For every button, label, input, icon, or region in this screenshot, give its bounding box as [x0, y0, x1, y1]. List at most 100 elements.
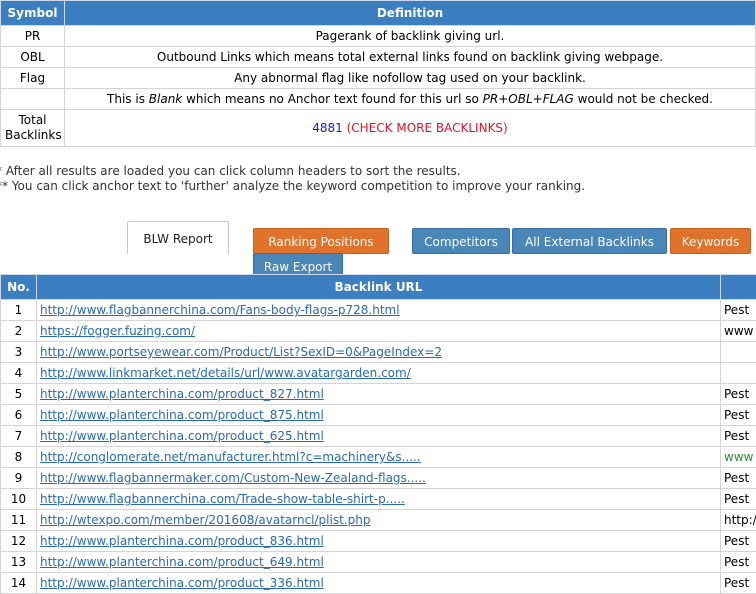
table-row: 5http://www.planterchina.com/product_827… — [1, 384, 756, 405]
total-label-line2: Backlinks — [5, 128, 62, 142]
legend-symbol — [1, 89, 65, 110]
backlink-url-link[interactable]: http://www.planterchina.com/product_649.… — [40, 555, 324, 569]
row-number: 8 — [1, 447, 37, 468]
anchor-text-cell[interactable]: http:/ — [721, 510, 756, 531]
backlink-url-link[interactable]: http://www.planterchina.com/product_625.… — [40, 429, 324, 443]
backlink-url-cell: http://wtexpo.com/member/201608/avatarnc… — [37, 510, 721, 531]
backlink-url-cell: http://www.planterchina.com/product_836.… — [37, 531, 721, 552]
tab-competitors[interactable]: Competitors — [412, 228, 510, 254]
backlink-url-link[interactable]: http://www.planterchina.com/product_875.… — [40, 408, 324, 422]
backlink-url-link[interactable]: http://www.portseyewear.com/Product/List… — [40, 345, 442, 359]
backlink-url-cell: http://www.planterchina.com/product_625.… — [37, 426, 721, 447]
backlink-url-link[interactable]: http://www.flagbannerchina.com/Trade-sho… — [40, 492, 405, 506]
backlink-url-cell: http://www.flagbannerchina.com/Trade-sho… — [37, 489, 721, 510]
backlink-url-cell: https://fogger.fuzing.com/ — [37, 321, 721, 342]
backlink-url-link[interactable]: http://www.planterchina.com/product_836.… — [40, 534, 324, 548]
backlink-url-link[interactable]: http://www.flagbannerchina.com/Fans-body… — [40, 303, 400, 317]
row-number: 11 — [1, 510, 37, 531]
anchor-text-cell[interactable]: www — [721, 447, 756, 468]
total-backlinks-label: TotalBacklinks — [1, 110, 65, 147]
backlink-url-link[interactable]: http://www.linkmarket.net/details/url/ww… — [40, 366, 411, 380]
table-row: 1http://www.flagbannerchina.com/Fans-bod… — [1, 300, 756, 321]
anchor-note: ** You can click anchor text to 'further… — [0, 179, 585, 193]
legend-symbol: PR — [1, 26, 65, 47]
backlink-url-link[interactable]: http://conglomerate.net/manufacturer.htm… — [40, 450, 421, 464]
total-backlinks-count: 4881 — [312, 121, 343, 135]
total-backlinks-value: 4881 (CHECK MORE BACKLINKS) — [65, 110, 756, 147]
no-column-header[interactable]: No. — [1, 275, 37, 300]
tab-blw-report[interactable]: BLW Report — [127, 221, 229, 255]
anchor-text-cell[interactable]: Pest — [721, 384, 756, 405]
legend-row-total: TotalBacklinks 4881 (CHECK MORE BACKLINK… — [1, 110, 756, 147]
table-row: 2https://fogger.fuzing.com/www — [1, 321, 756, 342]
legend-row-obl: OBL Outbound Links which means total ext… — [1, 47, 756, 68]
tab-keywords[interactable]: Keywords — [670, 228, 751, 254]
backlink-url-cell: http://www.planterchina.com/product_649.… — [37, 552, 721, 573]
blank-formula: PR+OBL+FLAG — [483, 92, 574, 106]
table-row: 8http://conglomerate.net/manufacturer.ht… — [1, 447, 756, 468]
anchor-text-cell[interactable]: Pest — [721, 489, 756, 510]
anchor-text-cell[interactable] — [721, 342, 756, 363]
backlink-url-link[interactable]: http://wtexpo.com/member/201608/avatarnc… — [40, 513, 370, 527]
anchor-text-cell[interactable]: Pest — [721, 300, 756, 321]
row-number: 9 — [1, 468, 37, 489]
table-row: 3http://www.portseyewear.com/Product/Lis… — [1, 342, 756, 363]
backlink-url-link[interactable]: http://www.planterchina.com/product_827.… — [40, 387, 324, 401]
backlink-url-cell: http://conglomerate.net/manufacturer.htm… — [37, 447, 721, 468]
backlink-url-cell: http://www.planterchina.com/product_336.… — [37, 573, 721, 594]
backlink-url-cell: http://www.portseyewear.com/Product/List… — [37, 342, 721, 363]
anchor-text-cell[interactable]: Pest — [721, 405, 756, 426]
legend-header-row: Symbol Definition — [1, 1, 756, 26]
definition-header: Definition — [65, 1, 756, 26]
blank-mid: which means no Anchor text found for thi… — [182, 92, 482, 106]
backlink-url-cell: http://www.planterchina.com/product_827.… — [37, 384, 721, 405]
anchor-text-cell[interactable]: Pest — [721, 468, 756, 489]
legend-definition: Outbound Links which means total externa… — [65, 47, 756, 68]
anchor-text-cell[interactable]: Pest — [721, 552, 756, 573]
legend-symbol: OBL — [1, 47, 65, 68]
table-row: 4http://www.linkmarket.net/details/url/w… — [1, 363, 756, 384]
anchor-column-header[interactable] — [721, 275, 756, 300]
tab-ranking-positions[interactable]: Ranking Positions — [253, 228, 389, 254]
legend-row-pr: PR Pagerank of backlink giving url. — [1, 26, 756, 47]
legend-symbol: Flag — [1, 68, 65, 89]
backlink-url-cell: http://www.planterchina.com/product_875.… — [37, 405, 721, 426]
legend-table: Symbol Definition PR Pagerank of backlin… — [0, 0, 756, 147]
row-number: 14 — [1, 573, 37, 594]
anchor-text-cell[interactable]: Pest — [721, 426, 756, 447]
backlink-url-link[interactable]: http://www.flagbannermaker.com/Custom-Ne… — [40, 471, 426, 485]
legend-definition: Pagerank of backlink giving url. — [65, 26, 756, 47]
backlink-url-column-header[interactable]: Backlink URL — [37, 275, 721, 300]
anchor-text-cell[interactable]: Pest — [721, 573, 756, 594]
backlink-url-link[interactable]: http://www.planterchina.com/product_336.… — [40, 576, 324, 590]
symbol-header: Symbol — [1, 1, 65, 26]
row-number: 1 — [1, 300, 37, 321]
row-number: 10 — [1, 489, 37, 510]
legend-row-blank: This is Blank which means no Anchor text… — [1, 89, 756, 110]
sort-note: * After all results are loaded you can c… — [0, 164, 461, 178]
backlink-url-cell: http://www.flagbannermaker.com/Custom-Ne… — [37, 468, 721, 489]
row-number: 7 — [1, 426, 37, 447]
blank-word: Blank — [149, 92, 182, 106]
table-row: 11http://wtexpo.com/member/201608/avatar… — [1, 510, 756, 531]
backlink-url-cell: http://www.linkmarket.net/details/url/ww… — [37, 363, 721, 384]
table-row: 7http://www.planterchina.com/product_625… — [1, 426, 756, 447]
row-number: 5 — [1, 384, 37, 405]
backlink-url-cell: http://www.flagbannerchina.com/Fans-body… — [37, 300, 721, 321]
anchor-text-cell[interactable]: Pest — [721, 531, 756, 552]
row-number: 13 — [1, 552, 37, 573]
tab-all-external-backlinks[interactable]: All External Backlinks — [512, 228, 667, 254]
results-body: 1http://www.flagbannerchina.com/Fans-bod… — [1, 300, 756, 594]
table-row: 9http://www.flagbannermaker.com/Custom-N… — [1, 468, 756, 489]
check-more-backlinks-link[interactable]: (CHECK MORE BACKLINKS) — [347, 121, 508, 135]
results-header-row: No. Backlink URL — [1, 275, 756, 300]
table-row: 10http://www.flagbannerchina.com/Trade-s… — [1, 489, 756, 510]
table-row: 12http://www.planterchina.com/product_83… — [1, 531, 756, 552]
backlinks-table: No. Backlink URL 1http://www.flagbannerc… — [0, 274, 756, 594]
table-row: 14http://www.planterchina.com/product_33… — [1, 573, 756, 594]
blank-pre: This is — [107, 92, 149, 106]
total-label-line1: Total — [18, 113, 46, 127]
backlink-url-link[interactable]: https://fogger.fuzing.com/ — [40, 324, 195, 338]
anchor-text-cell[interactable] — [721, 363, 756, 384]
anchor-text-cell[interactable]: www — [721, 321, 756, 342]
